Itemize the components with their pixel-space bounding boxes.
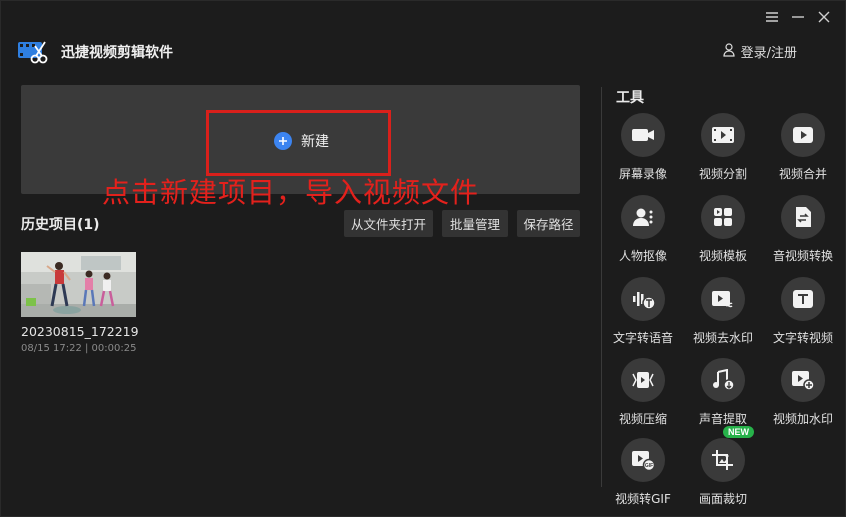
minimize-icon[interactable] xyxy=(791,7,805,27)
convert-icon xyxy=(781,195,825,239)
login-label: 登录/注册 xyxy=(740,46,797,61)
camera-icon xyxy=(621,113,665,157)
app-window: 迅捷视频剪辑软件 登录/注册 新建 点击新建项目，导入视频文件 历史项目(1) … xyxy=(0,0,846,517)
add-watermark-icon xyxy=(781,358,825,402)
text-to-video-icon xyxy=(781,277,825,321)
tool-label: 音视频转换 xyxy=(772,249,833,263)
app-logo-icon xyxy=(18,39,48,65)
gif-icon: GIF xyxy=(621,438,665,482)
tool-av-convert[interactable]: 音视频转换 xyxy=(763,195,843,265)
batch-manage-button[interactable]: 批量管理 xyxy=(442,210,508,237)
new-project-label: 新建 xyxy=(301,134,329,150)
tool-label: 视频分割 xyxy=(698,167,747,181)
tool-remove-watermark[interactable]: 视频去水印 xyxy=(683,277,763,347)
tool-label: 视频加水印 xyxy=(772,412,833,426)
tool-audio-extract[interactable]: 声音提取 xyxy=(683,358,763,428)
tool-crop[interactable]: NEW 画面裁切 xyxy=(683,426,763,508)
tool-label: 视频压缩 xyxy=(618,412,667,426)
user-icon xyxy=(723,42,735,61)
tool-video-merge[interactable]: 视频合并 xyxy=(763,113,843,183)
tool-label: 视频去水印 xyxy=(692,331,753,345)
new-project-button[interactable]: 新建 xyxy=(274,131,329,151)
plus-icon xyxy=(274,132,292,150)
tool-screen-record[interactable]: 屏幕录像 xyxy=(603,113,683,183)
tool-label: 画面裁切 xyxy=(698,492,747,506)
tool-label: 视频模板 xyxy=(698,249,747,263)
tool-video-to-gif[interactable]: GIF 视频转GIF xyxy=(603,438,683,508)
template-icon xyxy=(701,195,745,239)
tool-person-cutout[interactable]: 人物抠像 xyxy=(603,195,683,265)
app-title: 迅捷视频剪辑软件 xyxy=(61,45,173,61)
tool-label: 文字转语音 xyxy=(612,331,673,345)
tool-label: 文字转视频 xyxy=(772,331,833,345)
audio-extract-icon xyxy=(701,358,745,402)
new-badge: NEW xyxy=(723,426,754,438)
close-icon[interactable] xyxy=(817,7,831,27)
crop-icon: NEW xyxy=(701,426,754,482)
tools-title: 工具 xyxy=(616,90,644,106)
annotation-text: 点击新建项目，导入视频文件 xyxy=(102,176,480,209)
tool-video-compress[interactable]: 视频压缩 xyxy=(603,358,683,428)
tool-label: 视频合并 xyxy=(778,167,827,181)
window-controls xyxy=(765,7,831,27)
tool-text-to-speech[interactable]: 文字转语音 xyxy=(603,277,683,347)
remove-watermark-icon xyxy=(701,277,745,321)
video-merge-icon xyxy=(781,113,825,157)
save-path-button[interactable]: 保存路径 xyxy=(517,210,580,237)
tool-label: 人物抠像 xyxy=(618,249,667,263)
history-title: 历史项目(1) xyxy=(21,217,100,233)
tool-label: 声音提取 xyxy=(698,412,747,426)
film-split-icon xyxy=(701,113,745,157)
svg-text:GIF: GIF xyxy=(645,463,653,469)
project-name: 20230815_172219 xyxy=(21,324,139,339)
login-button[interactable]: 登录/注册 xyxy=(723,42,797,61)
tool-video-split[interactable]: 视频分割 xyxy=(683,113,763,183)
project-thumbnail[interactable] xyxy=(21,252,136,317)
open-folder-button[interactable]: 从文件夹打开 xyxy=(344,210,433,237)
tool-label: 屏幕录像 xyxy=(618,167,667,181)
tool-text-to-video[interactable]: 文字转视频 xyxy=(763,277,843,347)
tool-add-watermark[interactable]: 视频加水印 xyxy=(763,358,843,428)
menu-icon[interactable] xyxy=(765,7,779,27)
tool-video-template[interactable]: 视频模板 xyxy=(683,195,763,265)
compress-icon xyxy=(621,358,665,402)
text-to-speech-icon xyxy=(621,277,665,321)
person-cutout-icon xyxy=(621,195,665,239)
project-meta: 08/15 17:22 | 00:00:25 xyxy=(21,343,137,354)
tool-label: 视频转GIF xyxy=(615,492,671,506)
panel-divider xyxy=(601,87,602,487)
